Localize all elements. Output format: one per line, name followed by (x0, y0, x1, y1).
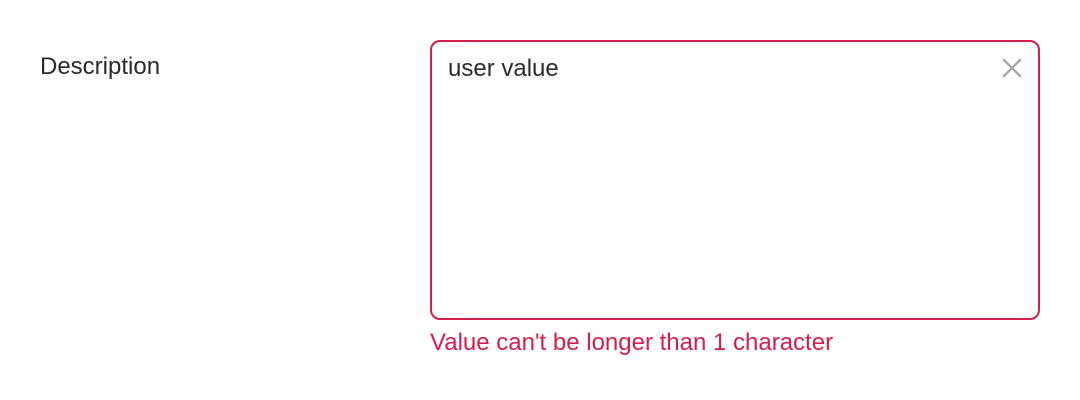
clear-button[interactable] (998, 54, 1026, 82)
description-control: Value can't be longer than 1 character (430, 40, 1040, 358)
description-field-row: Description Value can't be longer than 1… (40, 40, 1040, 380)
close-icon (1001, 57, 1023, 79)
description-label: Description (40, 53, 161, 80)
description-textarea-container (430, 40, 1040, 320)
description-textarea[interactable] (448, 54, 988, 306)
description-error-message: Value can't be longer than 1 character (430, 329, 834, 356)
page: Description Value can't be longer than 1… (0, 0, 1080, 400)
